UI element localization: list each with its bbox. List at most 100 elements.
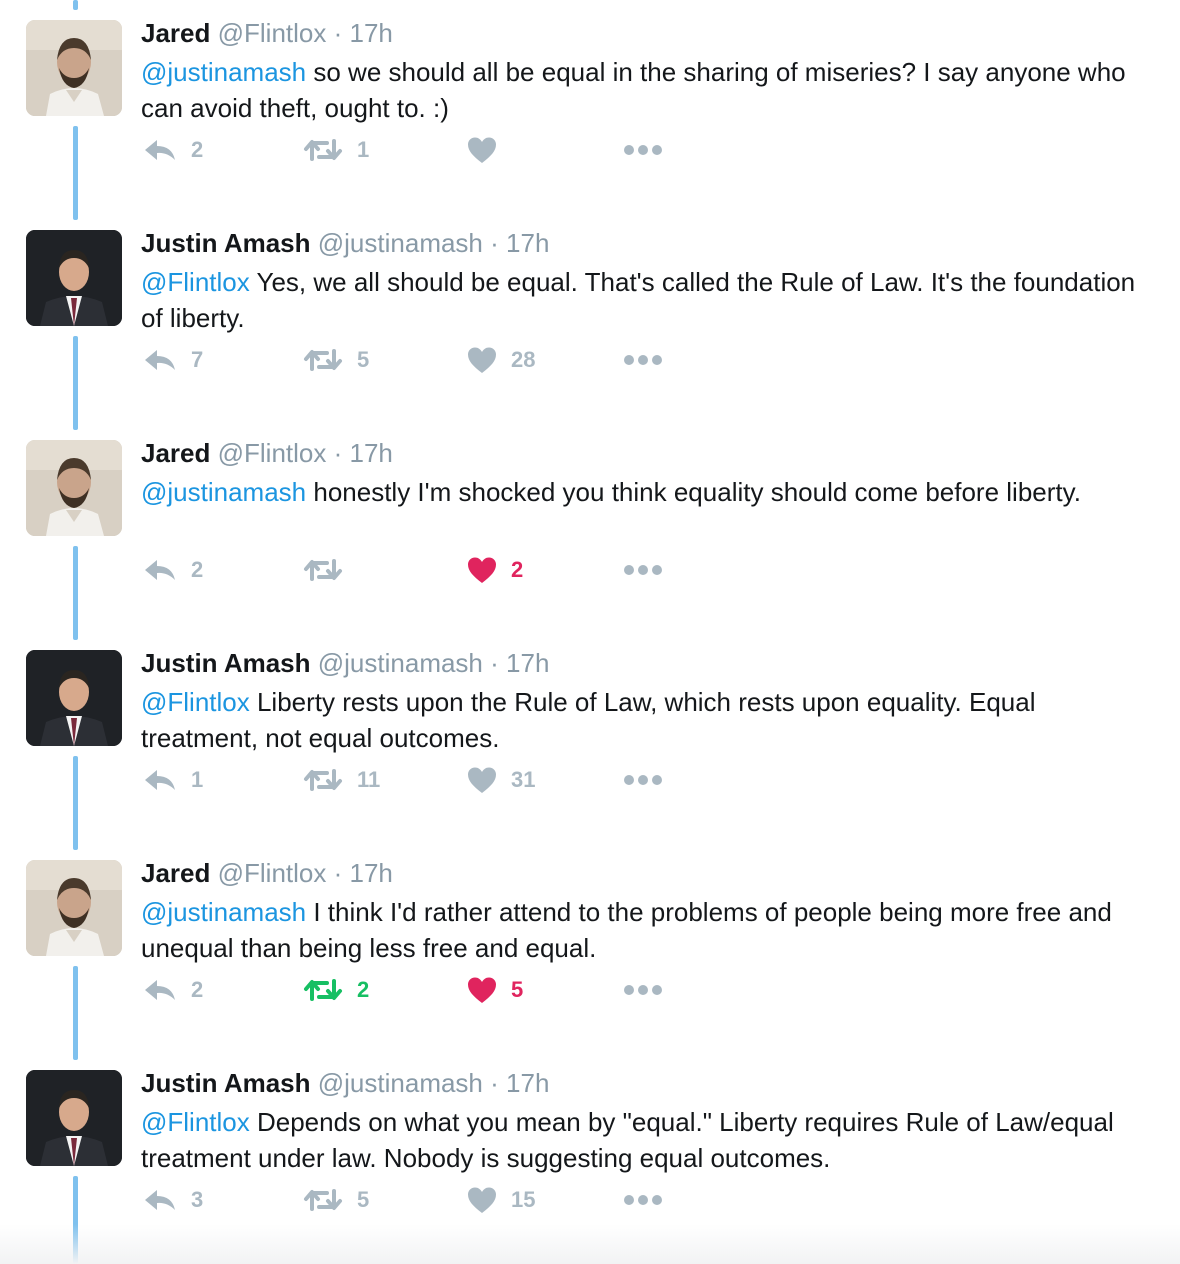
more-button[interactable] [623,130,663,170]
tweet-text: @justinamash honestly I'm shocked you th… [141,474,1151,510]
avatar[interactable] [26,650,122,746]
more-button[interactable] [623,760,663,800]
avatar[interactable] [26,440,122,536]
bottom-fade [0,1224,1180,1264]
tweet-text: @Flintlox Depends on what you mean by "e… [141,1104,1151,1176]
reply-button[interactable]: 1 [143,760,203,800]
reply-count: 7 [191,347,204,372]
author-handle[interactable]: @Flintlox [218,438,327,468]
author-name[interactable]: Justin Amash [141,228,311,258]
tweet-actions: 2 2 5 [141,970,741,1010]
tweet: Justin Amash @justinamash · 17h @Flintlox… [0,630,1180,840]
timestamp[interactable]: · 17h [334,438,393,468]
author-handle[interactable]: @Flintlox [218,858,327,888]
tweet: Jared @Flintlox · 17h @justinamash honest… [0,420,1180,630]
timestamp[interactable]: · 17h [490,228,549,258]
retweet-count: 1 [357,137,370,162]
retweet-button[interactable]: 5 [303,340,369,380]
tweet-body: Depends on what you mean by "equal." Lib… [141,1107,1114,1173]
author-name[interactable]: Justin Amash [141,648,311,678]
like-count: 5 [511,977,524,1002]
retweet-icon [303,347,343,373]
retweet-button[interactable]: 2 [303,970,369,1010]
retweet-icon [303,1187,343,1213]
timestamp[interactable]: · 17h [334,858,393,888]
more-button[interactable] [623,340,663,380]
like-count: 2 [511,557,524,582]
reply-button[interactable]: 2 [143,550,203,590]
more-button[interactable] [623,970,663,1010]
tweet-header: Justin Amash @justinamash · 17h [141,646,549,680]
author-handle[interactable]: @justinamash [318,1068,483,1098]
reply-icon [143,558,177,582]
tweet: Jared @Flintlox · 17h @justinamash I thin… [0,840,1180,1050]
more-icon [623,564,663,576]
avatar[interactable] [26,860,122,956]
mention-link[interactable]: @justinamash [141,897,306,927]
reply-button[interactable]: 7 [143,340,203,380]
like-count: 31 [511,767,536,792]
mention-link[interactable]: @Flintlox [141,267,250,297]
reply-count: 2 [191,137,204,162]
author-name[interactable]: Jared [141,438,210,468]
tweet-header: Jared @Flintlox · 17h [141,16,393,50]
tweet-actions: 1 11 31 [141,760,741,800]
tweet-header: Justin Amash @justinamash · 17h [141,1066,549,1100]
author-name[interactable]: Jared [141,18,210,48]
heart-icon [467,136,497,164]
author-handle[interactable]: @Flintlox [218,18,327,48]
tweet-actions: 7 5 28 [141,340,741,380]
retweet-icon [303,977,343,1003]
avatar[interactable] [26,230,122,326]
heart-icon [467,556,497,584]
retweet-button[interactable]: 1 [303,130,369,170]
more-icon [623,984,663,996]
avatar[interactable] [26,20,122,116]
mention-link[interactable]: @Flintlox [141,687,250,717]
reply-icon [143,348,177,372]
mention-link[interactable]: @Flintlox [141,1107,250,1137]
tweet-body: Liberty rests upon the Rule of Law, whic… [141,687,1036,753]
reply-button[interactable]: 3 [143,1180,203,1220]
reply-count: 2 [191,557,204,582]
more-button[interactable] [623,550,663,590]
tweet-actions: 21 [141,130,741,170]
tweet-actions: 22 [141,550,741,590]
tweet-body: Yes, we all should be equal. That's call… [141,267,1136,333]
tweet-header: Jared @Flintlox · 17h [141,436,393,470]
author-name[interactable]: Jared [141,858,210,888]
retweet-icon [303,767,343,793]
more-icon [623,774,663,786]
reply-icon [143,138,177,162]
reply-button[interactable]: 2 [143,970,203,1010]
like-count: 15 [511,1187,536,1212]
retweet-count: 5 [357,347,370,372]
author-handle[interactable]: @justinamash [318,228,483,258]
timestamp[interactable]: · 17h [490,648,549,678]
reply-icon [143,768,177,792]
author-handle[interactable]: @justinamash [318,648,483,678]
like-button[interactable] [467,130,511,170]
like-button[interactable]: 2 [467,550,523,590]
retweet-button[interactable]: 11 [303,760,380,800]
mention-link[interactable]: @justinamash [141,477,306,507]
avatar[interactable] [26,1070,122,1166]
retweet-count: 2 [357,977,370,1002]
timestamp[interactable]: · 17h [334,18,393,48]
author-name[interactable]: Justin Amash [141,1068,311,1098]
retweet-button[interactable] [303,550,357,590]
reply-button[interactable]: 2 [143,130,203,170]
like-button[interactable]: 31 [467,760,535,800]
more-button[interactable] [623,1180,663,1220]
retweet-button[interactable]: 5 [303,1180,369,1220]
like-button[interactable]: 15 [467,1180,535,1220]
more-icon [623,1194,663,1206]
mention-link[interactable]: @justinamash [141,57,306,87]
like-button[interactable]: 28 [467,340,535,380]
like-button[interactable]: 5 [467,970,523,1010]
tweet-header: Jared @Flintlox · 17h [141,856,393,890]
timestamp[interactable]: · 17h [490,1068,549,1098]
tweet-text: @Flintlox Yes, we all should be equal. T… [141,264,1151,336]
retweet-count: 11 [357,767,381,792]
reply-count: 2 [191,977,204,1002]
